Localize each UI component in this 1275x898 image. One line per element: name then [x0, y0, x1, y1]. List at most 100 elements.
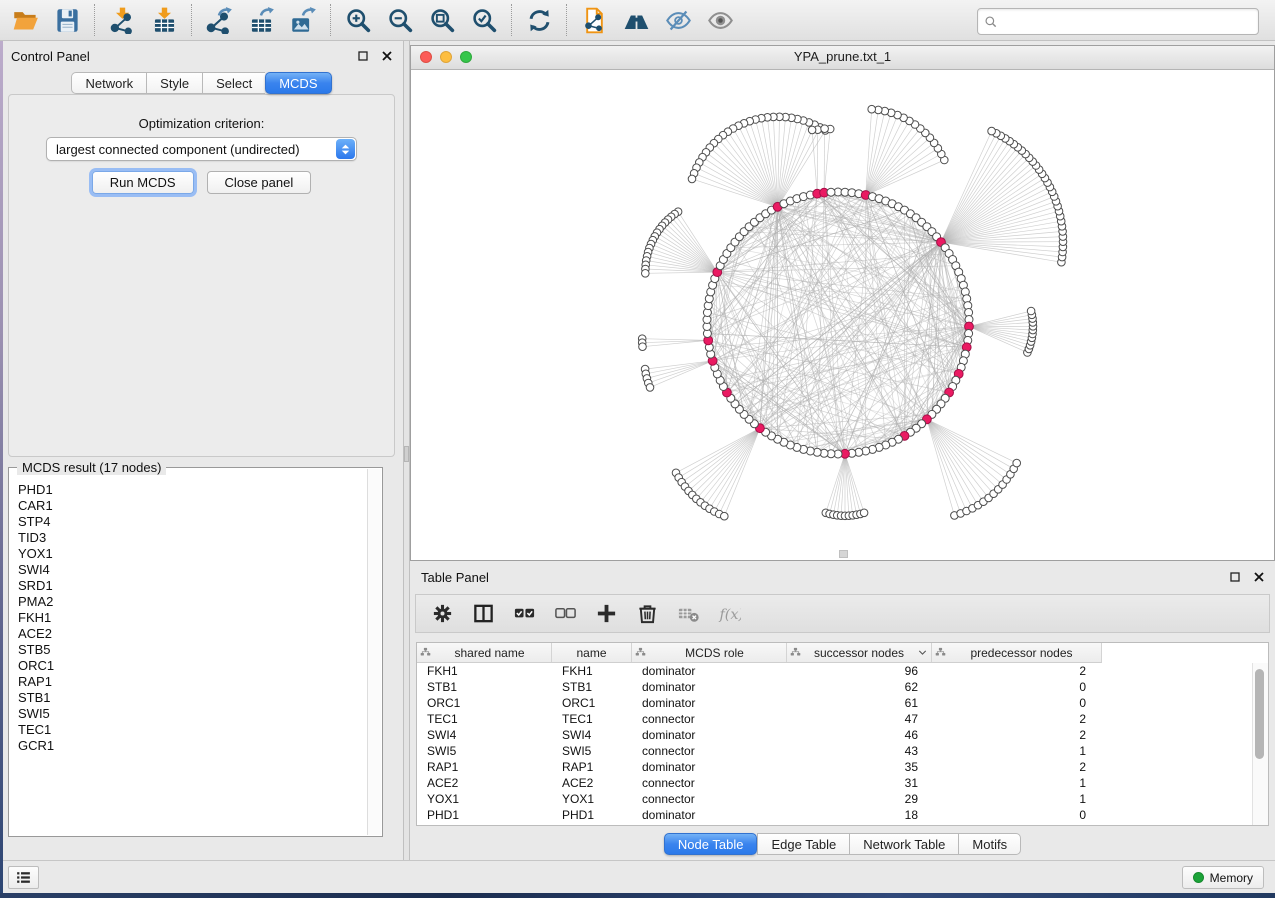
tab-select[interactable]: Select [202, 72, 265, 94]
cell-predecessor-nodes: 2 [932, 728, 1100, 742]
cell-mcds-role: connector [632, 712, 787, 726]
cell-shared-name: RAP1 [417, 760, 552, 774]
float-panel-button[interactable] [356, 49, 370, 63]
table-row[interactable]: ACE2ACE2connector311 [417, 775, 1268, 791]
apply-layout-button[interactable] [523, 4, 555, 36]
deselect-all-button[interactable] [551, 600, 579, 628]
table-settings-button[interactable] [428, 600, 456, 628]
select-all-button[interactable] [510, 600, 538, 628]
toolbar-separator [330, 4, 331, 36]
network-view-window: YPA_prune.txt_1 [410, 45, 1275, 561]
cell-predecessor-nodes: 0 [932, 696, 1100, 710]
network-window-titlebar[interactable]: YPA_prune.txt_1 [411, 46, 1274, 70]
mcds-result-item[interactable]: GCR1 [18, 738, 368, 754]
table-tabs: Node TableEdge TableNetwork TableMotifs [410, 833, 1275, 855]
tab-edge-table[interactable]: Edge Table [757, 833, 849, 855]
optimization-criterion-select[interactable]: largest connected component (undirected) [46, 137, 357, 161]
column-header-name[interactable]: name [552, 643, 632, 662]
cell-successor-nodes: 43 [787, 744, 932, 758]
mcds-result-item[interactable]: TEC1 [18, 722, 368, 738]
table-row[interactable]: TEC1TEC1connector472 [417, 711, 1268, 727]
mcds-result-item[interactable]: SRD1 [18, 578, 368, 594]
add-row-button[interactable] [592, 600, 620, 628]
window-traffic-lights [420, 51, 472, 63]
table-row[interactable]: SWI5SWI5connector431 [417, 743, 1268, 759]
export-table-button[interactable] [245, 4, 277, 36]
mcds-result-item[interactable]: STB1 [18, 690, 368, 706]
tab-motifs[interactable]: Motifs [958, 833, 1021, 855]
zoom-in-button[interactable] [342, 4, 374, 36]
scrollbar-thumb[interactable] [1255, 669, 1264, 759]
mcds-result-item[interactable]: PHD1 [18, 482, 368, 498]
columns-button[interactable] [469, 600, 497, 628]
cell-shared-name: PHD1 [417, 808, 552, 822]
desktop-wallpaper-edge [0, 41, 3, 893]
column-header-shared-name[interactable]: shared name [417, 643, 552, 662]
import-network-button[interactable] [106, 4, 138, 36]
vertical-splitter[interactable] [403, 41, 410, 861]
hide-selected-button[interactable] [662, 4, 694, 36]
panel-menu-button[interactable] [8, 866, 39, 889]
tab-style[interactable]: Style [146, 72, 202, 94]
maximize-window-button[interactable] [460, 51, 472, 63]
mcds-result-item[interactable]: PMA2 [18, 594, 368, 610]
zoom-out-button[interactable] [384, 4, 416, 36]
tab-mcds[interactable]: MCDS [265, 72, 331, 94]
network-canvas[interactable] [411, 70, 1274, 561]
export-image-icon [290, 7, 317, 34]
mcds-result-item[interactable]: SWI5 [18, 706, 368, 722]
cell-shared-name: ORC1 [417, 696, 552, 710]
export-image-button[interactable] [287, 4, 319, 36]
close-window-button[interactable] [420, 51, 432, 63]
mcds-result-item[interactable]: FKH1 [18, 610, 368, 626]
table-scrollbar[interactable] [1252, 663, 1268, 825]
table-row[interactable]: FKH1FKH1dominator962 [417, 663, 1268, 679]
minimize-window-button[interactable] [440, 51, 452, 63]
mcds-result-item[interactable]: STP4 [18, 514, 368, 530]
open-session-button[interactable] [9, 4, 41, 36]
table-row[interactable]: STB1STB1dominator620 [417, 679, 1268, 695]
hide-selected-icon [665, 7, 692, 34]
column-header-successor-nodes[interactable]: successor nodes [787, 643, 932, 662]
close-mcds-panel-button[interactable]: Close panel [207, 171, 312, 194]
search-box[interactable] [977, 8, 1259, 35]
mcds-result-item[interactable]: ACE2 [18, 626, 368, 642]
mcds-result-item[interactable]: CAR1 [18, 498, 368, 514]
mcds-result-item[interactable]: STB5 [18, 642, 368, 658]
search-input[interactable] [1002, 13, 1252, 30]
float-table-panel-button[interactable] [1228, 570, 1242, 584]
column-header-predecessor-nodes[interactable]: predecessor nodes [932, 643, 1100, 662]
splitter-grip[interactable] [404, 446, 409, 462]
close-panel-button[interactable] [380, 49, 394, 63]
close-table-panel-button[interactable] [1252, 570, 1266, 584]
tab-network-table[interactable]: Network Table [849, 833, 958, 855]
table-row[interactable]: SWI4SWI4dominator462 [417, 727, 1268, 743]
export-network-button[interactable] [203, 4, 235, 36]
horizontal-splitter-grip[interactable] [839, 550, 848, 558]
import-network-icon [109, 7, 136, 34]
memory-button[interactable]: Memory [1182, 866, 1264, 889]
first-neighbors-button[interactable] [620, 4, 652, 36]
table-row[interactable]: ORC1ORC1dominator610 [417, 695, 1268, 711]
zoom-selected-button[interactable] [468, 4, 500, 36]
mcds-result-item[interactable]: RAP1 [18, 674, 368, 690]
mcds-result-item[interactable]: ORC1 [18, 658, 368, 674]
run-mcds-button[interactable]: Run MCDS [92, 171, 194, 194]
table-row[interactable]: YOX1YOX1connector291 [417, 791, 1268, 807]
column-header-mcds-role[interactable]: MCDS role [632, 643, 787, 662]
mcds-result-item[interactable]: SWI4 [18, 562, 368, 578]
tab-network[interactable]: Network [71, 72, 146, 94]
mcds-result-item[interactable]: YOX1 [18, 546, 368, 562]
zoom-fit-button[interactable] [426, 4, 458, 36]
attribute-icon [420, 647, 431, 658]
network-from-file-button[interactable] [578, 4, 610, 36]
save-session-button[interactable] [51, 4, 83, 36]
table-row[interactable]: PHD1PHD1dominator180 [417, 807, 1268, 823]
apply-layout-icon [526, 7, 553, 34]
table-row[interactable]: RAP1RAP1dominator352 [417, 759, 1268, 775]
delete-row-button[interactable] [633, 600, 661, 628]
mcds-result-item[interactable]: TID3 [18, 530, 368, 546]
mcds-result-scrollbar[interactable] [367, 469, 381, 835]
import-table-button[interactable] [148, 4, 180, 36]
tab-node-table[interactable]: Node Table [664, 833, 758, 855]
